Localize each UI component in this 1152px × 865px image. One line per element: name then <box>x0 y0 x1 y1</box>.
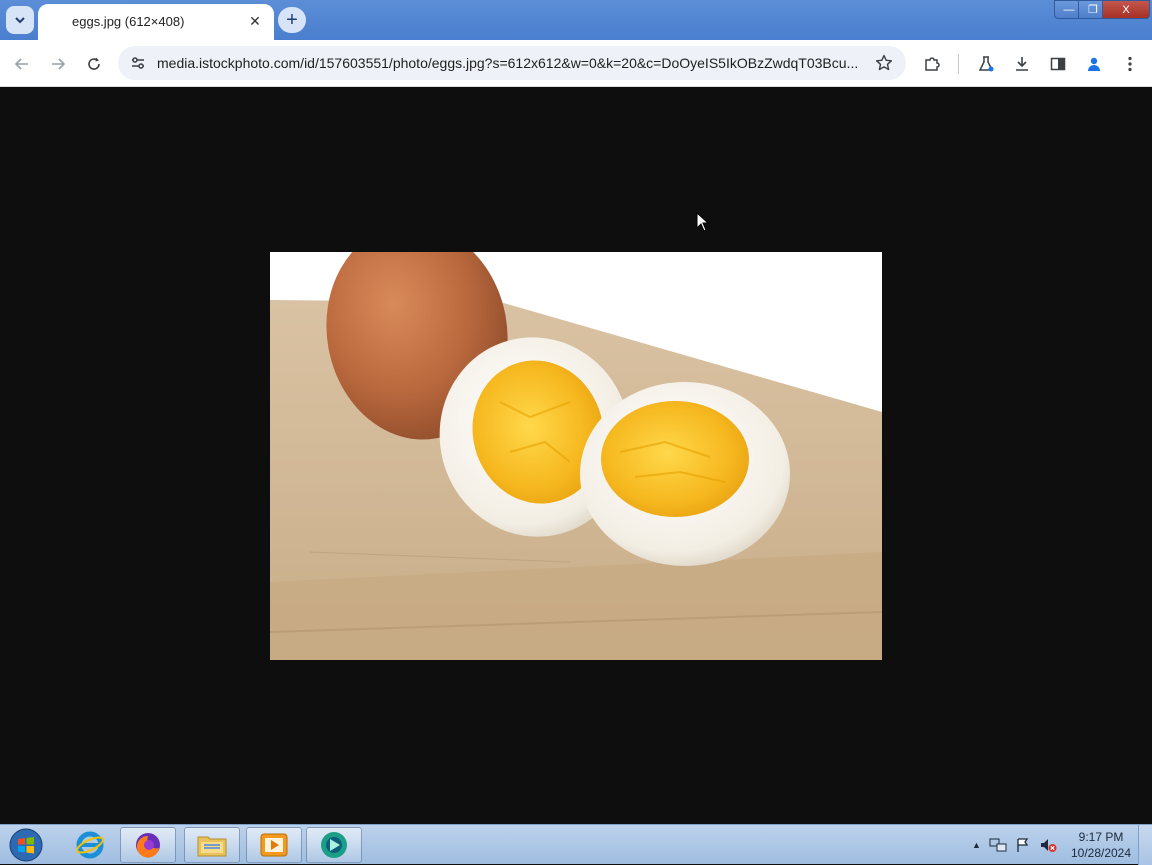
volume-muted-icon[interactable] <box>1039 837 1057 853</box>
profile-button[interactable] <box>1080 50 1108 78</box>
extensions-button[interactable] <box>918 50 946 78</box>
start-button[interactable] <box>6 827 46 863</box>
show-desktop-button[interactable] <box>1138 825 1152 865</box>
profile-icon <box>1088 57 1100 71</box>
page-viewport <box>0 87 1152 824</box>
reload-icon <box>88 57 100 70</box>
system-tray: ▲ <box>972 833 1057 857</box>
bookmark-star-button[interactable] <box>872 51 896 75</box>
arrow-right-icon <box>52 58 66 70</box>
tab-search-button[interactable] <box>6 6 34 34</box>
taskbar: ▲ 9:17 PM 10/28/2024 <box>0 824 1152 865</box>
downloads-button[interactable] <box>1008 50 1036 78</box>
clock-date: 10/28/2024 <box>1070 846 1132 860</box>
clock-time: 9:17 PM <box>1078 830 1124 844</box>
reload-button[interactable] <box>80 50 108 78</box>
back-button[interactable] <box>8 50 36 78</box>
download-icon <box>1016 57 1028 71</box>
toolbar-separator <box>958 54 959 74</box>
taskbar-firefox[interactable] <box>120 827 176 863</box>
taskbar-internet-explorer[interactable] <box>62 827 118 863</box>
tab-active[interactable]: eggs.jpg (612×408) ✕ <box>38 4 274 40</box>
firefox-icon <box>136 833 160 858</box>
browser-app-icon <box>321 832 347 858</box>
browser-toolbar: media.istockphoto.com/id/157603551/photo… <box>0 40 1152 87</box>
browser-titlebar: eggs.jpg (612×408) ✕ + — ❐ X <box>0 0 1152 40</box>
tab-close-icon[interactable]: ✕ <box>246 12 264 30</box>
media-player-icon <box>260 833 288 857</box>
url-text[interactable]: media.istockphoto.com/id/157603551/photo… <box>157 55 862 71</box>
side-panel-button[interactable] <box>1044 50 1072 78</box>
tab-title: eggs.jpg (612×408) <box>72 14 185 29</box>
site-info-button[interactable] <box>126 51 150 75</box>
tray-expand-icon[interactable]: ▲ <box>972 840 981 850</box>
flag-icon[interactable] <box>1015 837 1031 853</box>
new-tab-button[interactable]: + <box>278 7 306 33</box>
network-icon[interactable] <box>989 837 1007 853</box>
eggs-image <box>270 252 882 660</box>
mouse-cursor-icon <box>696 212 710 232</box>
side-panel-icon <box>1050 57 1066 71</box>
tune-icon <box>132 57 144 69</box>
address-bar[interactable]: media.istockphoto.com/id/157603551/photo… <box>118 46 906 80</box>
taskbar-media-player[interactable] <box>246 827 302 863</box>
folder-icon <box>197 836 227 857</box>
eggs-photo[interactable] <box>270 252 882 660</box>
chevron-down-icon <box>15 17 25 24</box>
labs-button[interactable] <box>972 50 1000 78</box>
flask-icon <box>978 56 994 72</box>
star-icon <box>875 54 893 71</box>
puzzle-icon <box>925 57 940 71</box>
more-vert-icon <box>1128 56 1132 72</box>
taskbar-file-explorer[interactable] <box>184 827 240 863</box>
arrow-left-icon <box>14 58 28 70</box>
windows-logo-icon <box>9 828 43 862</box>
internet-explorer-icon <box>76 831 104 859</box>
menu-button[interactable] <box>1116 50 1144 78</box>
window-close-button[interactable]: X <box>1102 0 1150 19</box>
taskbar-browser-app[interactable] <box>306 827 362 863</box>
forward-button[interactable] <box>44 50 72 78</box>
taskbar-clock[interactable]: 9:17 PM 10/28/2024 <box>1066 829 1136 861</box>
